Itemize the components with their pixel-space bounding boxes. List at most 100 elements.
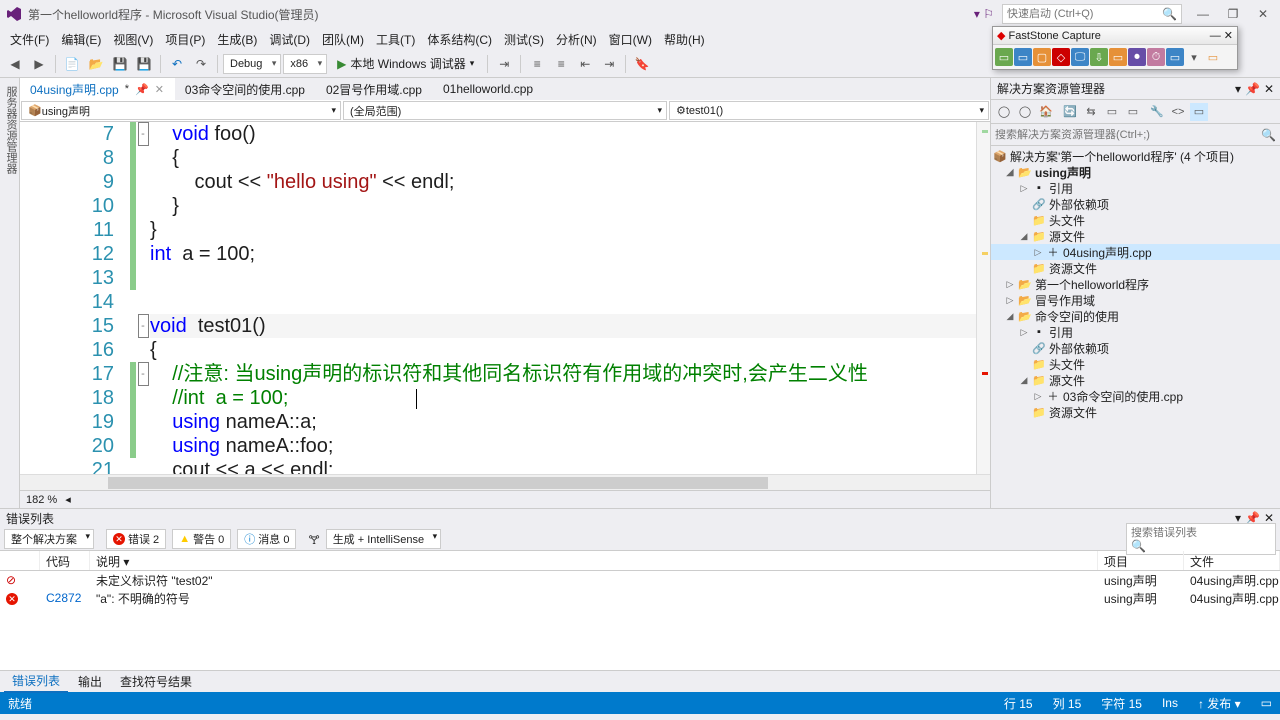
warnings-filter[interactable]: ▲警告 0 bbox=[172, 529, 231, 549]
tree-node[interactable]: 🔗外部依赖项 bbox=[991, 196, 1280, 212]
bottom-tab[interactable]: 输出 bbox=[70, 671, 110, 692]
solution-search-input[interactable] bbox=[995, 129, 1261, 141]
code-lines[interactable]: void foo() { cout << "hello using" << en… bbox=[150, 122, 976, 474]
menu-item[interactable]: 工具(T) bbox=[370, 29, 421, 50]
bottom-tab[interactable]: 错误列表 bbox=[4, 670, 68, 693]
save-button[interactable]: 💾 bbox=[109, 53, 131, 75]
show-all-icon[interactable]: ▭ bbox=[1124, 103, 1142, 121]
menu-item[interactable]: 项目(P) bbox=[159, 29, 211, 50]
undo-button[interactable]: ↶ bbox=[166, 53, 188, 75]
tree-node[interactable]: ▷📂第一个helloworld程序 bbox=[991, 276, 1280, 292]
build-combo[interactable]: 生成 + IntelliSense bbox=[326, 529, 441, 549]
solution-root[interactable]: 📦 解决方案'第一个helloworld程序' (4 个项目) bbox=[991, 148, 1280, 164]
panel-pin-icon[interactable]: 📌 bbox=[1245, 82, 1260, 96]
quick-launch-input[interactable] bbox=[1007, 8, 1162, 20]
error-rows[interactable]: ⊘未定义标识符 "test02"using声明04using声明.cpp 3✕C… bbox=[0, 571, 1280, 670]
filter-icon[interactable]: 🝖 bbox=[308, 526, 319, 551]
delay-icon[interactable]: ⏱ bbox=[1147, 48, 1165, 66]
bookmark-button[interactable]: 🔖 bbox=[631, 53, 653, 75]
zoom-level[interactable]: 182 % bbox=[26, 494, 57, 506]
nav-scope-combo[interactable]: (全局范围) bbox=[343, 101, 667, 120]
error-row[interactable]: ✕C2872"a": 不明确的符号using声明04using声明.cpp 1 bbox=[0, 589, 1280, 607]
menu-item[interactable]: 测试(S) bbox=[498, 29, 550, 50]
menu-item[interactable]: 调试(D) bbox=[263, 29, 316, 50]
new-project-button[interactable]: 📄 bbox=[61, 53, 83, 75]
tree-node[interactable]: 📁资源文件 bbox=[991, 260, 1280, 276]
code-area[interactable]: 78910111213141516171819202122 --- void f… bbox=[20, 122, 990, 474]
scope-combo[interactable]: 整个解决方案 bbox=[4, 529, 94, 549]
close-button[interactable]: ✕ bbox=[1252, 5, 1274, 23]
capture-fixed-icon[interactable]: ▭ bbox=[1109, 48, 1127, 66]
tree-node[interactable]: ◢📂using声明 bbox=[991, 164, 1280, 180]
fold-gutter[interactable]: --- bbox=[136, 122, 150, 474]
nav-back-button[interactable]: ◀ bbox=[4, 53, 26, 75]
solution-tree[interactable]: 📦 解决方案'第一个helloworld程序' (4 个项目) ◢📂using声… bbox=[991, 146, 1280, 508]
step-button[interactable]: ⇥ bbox=[493, 53, 515, 75]
tree-node[interactable]: ▷＋04using声明.cpp bbox=[991, 244, 1280, 260]
editor-tab[interactable]: 01helloworld.cpp bbox=[433, 78, 544, 100]
redo-button[interactable]: ↷ bbox=[190, 53, 212, 75]
pin-icon[interactable]: 📌 bbox=[135, 83, 149, 96]
home-icon[interactable]: 🏠 bbox=[1037, 103, 1055, 121]
menu-item[interactable]: 文件(F) bbox=[4, 29, 55, 50]
restore-button[interactable]: ❐ bbox=[1222, 5, 1244, 23]
nav-member-combo[interactable]: ⚙ test01() bbox=[669, 101, 989, 120]
tree-node[interactable]: 📁资源文件 bbox=[991, 404, 1280, 420]
editor-tab[interactable]: 03命令空间的使用.cpp bbox=[175, 78, 316, 100]
tree-node[interactable]: 📁头文件 bbox=[991, 212, 1280, 228]
messages-filter[interactable]: ⓘ消息 0 bbox=[237, 529, 296, 549]
error-search[interactable]: 🔍 bbox=[1126, 523, 1276, 555]
overview-ruler[interactable] bbox=[976, 122, 990, 474]
collapse-icon[interactable]: ▭ bbox=[1103, 103, 1121, 121]
platform-combo[interactable]: x86 bbox=[283, 54, 327, 74]
menu-item[interactable]: 窗口(W) bbox=[603, 29, 658, 50]
close-icon[interactable]: ✕ bbox=[1224, 29, 1233, 42]
tree-node[interactable]: ▷▪引用 bbox=[991, 180, 1280, 196]
minimize-icon[interactable]: ― bbox=[1210, 30, 1221, 42]
tree-node[interactable]: ▷＋03命令空间的使用.cpp bbox=[991, 388, 1280, 404]
tree-node[interactable]: ◢📁源文件 bbox=[991, 372, 1280, 388]
error-row[interactable]: ⊘未定义标识符 "test02"using声明04using声明.cpp 3 bbox=[0, 571, 1280, 589]
capture-active-icon[interactable]: ▭ bbox=[995, 48, 1013, 66]
tab-close-icon[interactable]: ✕ bbox=[155, 83, 164, 96]
menu-item[interactable]: 团队(M) bbox=[316, 29, 370, 50]
panel-close-icon[interactable]: ✕ bbox=[1264, 82, 1274, 96]
tree-node[interactable]: 🔗外部依赖项 bbox=[991, 340, 1280, 356]
tree-node[interactable]: ▷📂冒号作用域 bbox=[991, 292, 1280, 308]
nav-project-combo[interactable]: 📦 using声明 bbox=[21, 101, 341, 120]
solution-search[interactable]: 🔍 bbox=[991, 124, 1280, 146]
panel-dropdown-icon[interactable]: ▾ bbox=[1235, 82, 1241, 96]
faststone-title[interactable]: ◆ FastStone Capture ― ✕ bbox=[993, 27, 1237, 45]
left-rail-tab[interactable]: 服务器资源管理器 bbox=[3, 84, 19, 508]
menu-item[interactable]: 体系结构(C) bbox=[421, 29, 498, 50]
capture-window-icon[interactable]: ▭ bbox=[1014, 48, 1032, 66]
comment-button[interactable]: ≡ bbox=[526, 53, 548, 75]
menu-item[interactable]: 视图(V) bbox=[107, 29, 159, 50]
nav-fwd-button[interactable]: ▶ bbox=[28, 53, 50, 75]
errors-filter[interactable]: ✕错误 2 bbox=[106, 529, 166, 549]
menu-item[interactable]: 分析(N) bbox=[550, 29, 603, 50]
menu-item[interactable]: 帮助(H) bbox=[658, 29, 711, 50]
capture-full-icon[interactable]: 🖵 bbox=[1071, 48, 1089, 66]
config-combo[interactable]: Debug bbox=[223, 54, 281, 74]
tree-node[interactable]: ◢📂命令空间的使用 bbox=[991, 308, 1280, 324]
editor-tab[interactable]: 02冒号作用域.cpp bbox=[316, 78, 433, 100]
indent-button[interactable]: ⇤ bbox=[574, 53, 596, 75]
outdent-button[interactable]: ⇥ bbox=[598, 53, 620, 75]
back-icon[interactable]: ◯ bbox=[995, 103, 1013, 121]
view-icon[interactable]: ▭ bbox=[1190, 103, 1208, 121]
menu-item[interactable]: 编辑(E) bbox=[55, 29, 107, 50]
capture-freehand-icon[interactable]: ◇ bbox=[1052, 48, 1070, 66]
dest-icon[interactable]: ▭ bbox=[1204, 48, 1222, 66]
minimize-button[interactable]: ― bbox=[1192, 5, 1214, 23]
status-publish[interactable]: ↑ 发布 ▾ bbox=[1198, 695, 1241, 712]
fwd-icon[interactable]: ◯ bbox=[1016, 103, 1034, 121]
tree-node[interactable]: ▷▪引用 bbox=[991, 324, 1280, 340]
faststone-window[interactable]: ◆ FastStone Capture ― ✕ ▭ ▭ ▢ ◇ 🖵 ⇩ ▭ ⏺ … bbox=[992, 26, 1238, 70]
capture-rect-icon[interactable]: ▢ bbox=[1033, 48, 1051, 66]
tree-node[interactable]: 📁头文件 bbox=[991, 356, 1280, 372]
run-button[interactable]: ▶本地 Windows 调试器▾ bbox=[329, 53, 482, 75]
code-icon[interactable]: <> bbox=[1169, 103, 1187, 121]
horizontal-scrollbar[interactable] bbox=[20, 474, 990, 490]
menu-item[interactable]: 生成(B) bbox=[211, 29, 263, 50]
